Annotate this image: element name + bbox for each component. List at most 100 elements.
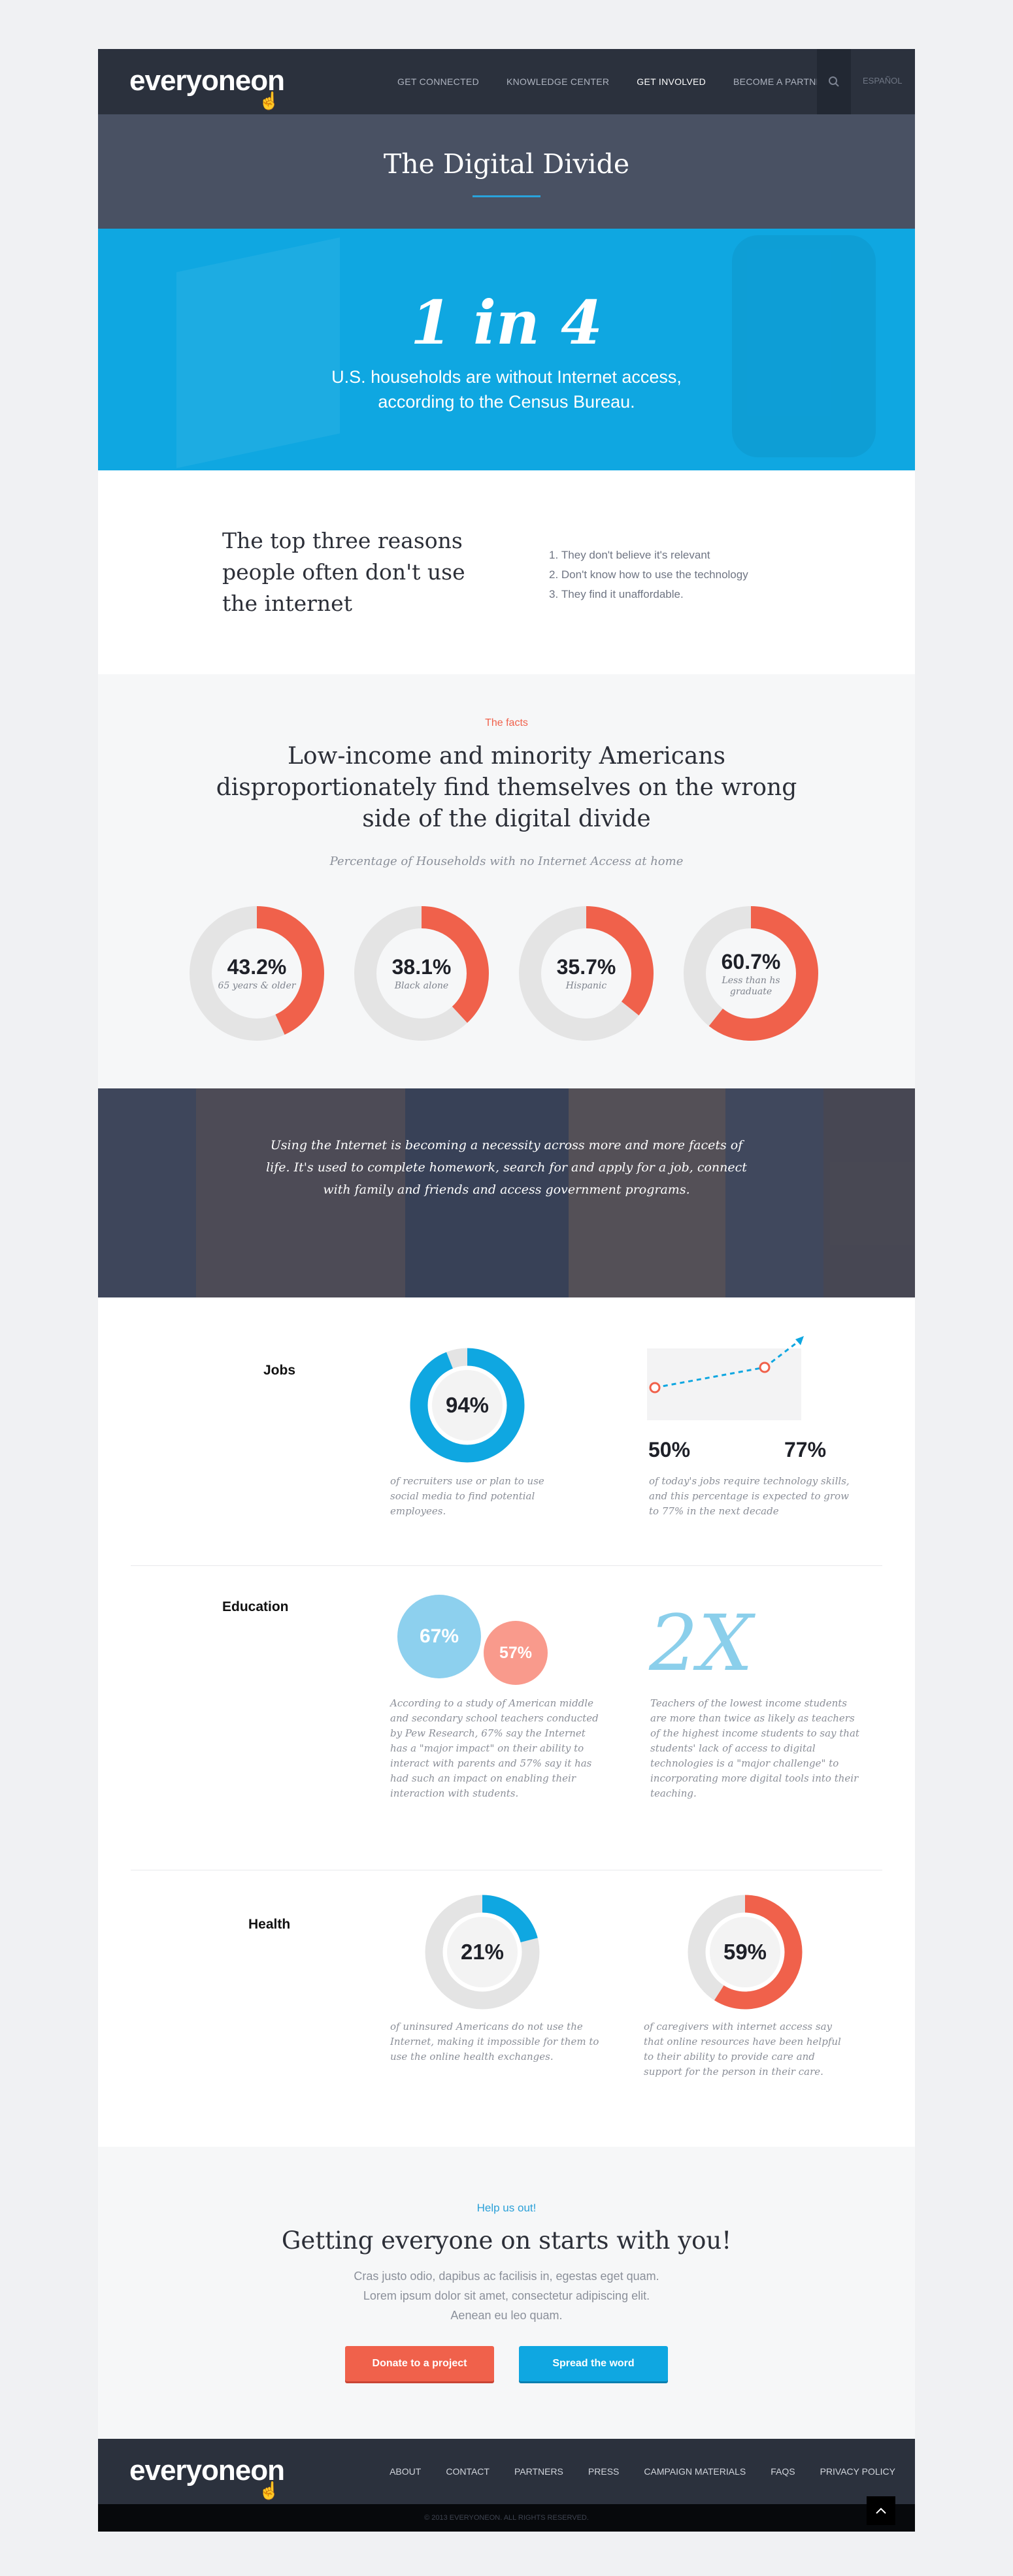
page: everyoneon ☝ GET CONNECTED KNOWLEDGE CEN… (98, 49, 915, 2532)
help-buttons: Donate to a project Spread the word (98, 2346, 915, 2381)
reason-item: They don't believe it's relevant (549, 546, 748, 565)
donate-button[interactable]: Donate to a project (345, 2346, 494, 2381)
footer-link-contact[interactable]: CONTACT (446, 2466, 490, 2477)
spread-the-word-button[interactable]: Spread the word (519, 2346, 668, 2381)
ring-value: 94% (445, 1393, 490, 1417)
donut-label-group: 35.7% Hispanic (519, 906, 654, 1041)
health-heading: Health (248, 1917, 291, 1932)
donut-value: 60.7% (721, 949, 781, 973)
footer-link-about[interactable]: ABOUT (390, 2466, 421, 2477)
arrow-icon (795, 1336, 804, 1345)
help-section: Help us out! Getting everyone on starts … (98, 2147, 915, 2439)
donut-label: Black alone (394, 981, 449, 991)
ring-value: 21% (460, 1940, 505, 1964)
help-line-2: Lorem ipsum dolor sit amet, consectetur … (363, 2289, 650, 2302)
education-bubble-57: 57% (484, 1621, 548, 1685)
donut-label: Less than hs graduate (722, 975, 780, 997)
section-divider (131, 1565, 882, 1566)
jobs-ring-note: of recruiters use or plan to use social … (390, 1475, 544, 1517)
jobs-to-value: 77% (784, 1438, 827, 1461)
donut-label-group: 60.7% Less than hs graduate (684, 906, 818, 1041)
title-bar: The Digital Divide (98, 114, 915, 229)
footer-link-partners[interactable]: PARTNERS (514, 2466, 563, 2477)
donut-label-group: 38.1% Black alone (354, 906, 489, 1041)
reasons-list: They don't believe it's relevant Don't k… (549, 546, 748, 604)
education-multiplier-note: Teachers of the lowest income students a… (650, 1697, 859, 1799)
facts-heading: Low-income and minority Americans dispro… (216, 743, 797, 832)
hero-text-line-1: U.S. households are without Internet acc… (331, 367, 682, 387)
help-text: Cras justo odio, dapibus ac facilisis in… (98, 2266, 915, 2325)
page-title: The Digital Divide (383, 148, 630, 180)
hero-text: U.S. households are without Internet acc… (98, 365, 915, 414)
nav-menu: GET CONNECTED KNOWLEDGE CENTER GET INVOL… (397, 49, 857, 114)
facts-eyebrow: The facts (485, 717, 528, 728)
title-underline (473, 195, 540, 197)
logo[interactable]: everyoneon ☝ (129, 65, 285, 110)
jobs-ring: 94% (408, 1346, 526, 1467)
donut-black: 38.1% Black alone (354, 906, 489, 1041)
footer-link-campaign-materials[interactable]: CAMPAIGN MATERIALS (644, 2466, 746, 2477)
top-nav: everyoneon ☝ GET CONNECTED KNOWLEDGE CEN… (98, 49, 915, 114)
help-eyebrow: Help us out! (476, 2202, 537, 2214)
copyright-text: © 2013 EVERYONEON. ALL RIGHTS RESERVED. (424, 2514, 589, 2522)
hero-text-line-2: according to the Census Bureau. (378, 392, 635, 412)
strip-text: Using the Internet is becoming a necessi… (266, 1138, 747, 1197)
donut-education: 60.7% Less than hs graduate (684, 906, 818, 1041)
health-ring-59: 59% (686, 1893, 804, 2014)
footer-nav: ABOUT CONTACT PARTNERS PRESS CAMPAIGN MA… (365, 2439, 895, 2504)
photo-strip: Using the Internet is becoming a necessi… (98, 1088, 915, 1297)
impact-section: Jobs 94% of recruiters use or plan to us… (98, 1297, 915, 2147)
footer-link-privacy-policy[interactable]: PRIVACY POLICY (820, 2466, 895, 2477)
copyright-bar: © 2013 EVERYONEON. ALL RIGHTS RESERVED. (98, 2496, 915, 2532)
footer-link-faqs[interactable]: FAQS (771, 2466, 795, 2477)
hero-stat: 1 in 4 (410, 287, 603, 358)
ring-value: 59% (723, 1940, 767, 1964)
facts-donuts: 43.2% 65 years & older 38.1% Black alone (190, 906, 848, 1041)
trend-line-extension (764, 1340, 799, 1369)
trend-point-end (759, 1361, 771, 1373)
chevron-up-icon (876, 2507, 886, 2514)
language-link[interactable]: ESPAÑOL (863, 76, 902, 86)
help-heading: Getting everyone on starts with you! (281, 2226, 732, 2255)
reason-item: They find it unaffordable. (549, 585, 748, 604)
nav-item-knowledge-center[interactable]: KNOWLEDGE CENTER (506, 76, 609, 87)
facts-section: The facts Low-income and minority Americ… (98, 674, 915, 1088)
donut-seniors: 43.2% 65 years & older (190, 906, 324, 1041)
hero-banner: 1 in 4 U.S. households are without Inter… (98, 229, 915, 470)
help-line-3: Aenean eu leo quam. (450, 2309, 563, 2322)
donut-label: Hispanic (565, 981, 607, 991)
donut-value: 43.2% (227, 955, 287, 979)
help-line-1: Cras justo odio, dapibus ac facilisis in… (354, 2270, 659, 2283)
back-to-top-button[interactable] (867, 2496, 895, 2525)
nav-item-become-a-partner[interactable]: BECOME A PARTNER (733, 76, 829, 87)
health-ring-21-note: of uninsured Americans do not use the In… (390, 2021, 599, 2062)
jobs-from-value: 50% (648, 1438, 691, 1461)
health-ring-59-note: of caregivers with internet access say t… (644, 2021, 841, 2078)
health-ring-21: 21% (423, 1893, 541, 2014)
education-bubble-note: According to a study of American middle … (390, 1697, 599, 1799)
footer-link-press[interactable]: PRESS (588, 2466, 619, 2477)
reason-item: Don't know how to use the technology (549, 565, 748, 585)
trend-line (654, 1366, 765, 1389)
nav-item-get-involved[interactable]: GET INVOLVED (637, 76, 706, 87)
donut-value: 38.1% (391, 955, 452, 979)
donut-value: 35.7% (556, 955, 616, 979)
search-icon (829, 76, 839, 87)
footer: everyoneon ☝ ABOUT CONTACT PARTNERS PRES… (98, 2439, 915, 2504)
reasons-section: The top three reasons people often don't… (98, 470, 915, 674)
footer-logo[interactable]: everyoneon ☝ (129, 2454, 285, 2500)
donut-label-group: 43.2% 65 years & older (190, 906, 324, 1041)
facts-caption: Percentage of Households with no Interne… (329, 855, 684, 868)
donut-label: 65 years & older (218, 981, 296, 991)
education-multiplier: 2X (649, 1598, 754, 1688)
trend-chart (649, 1336, 804, 1394)
education-bubble-67: 67% (397, 1595, 481, 1678)
jobs-trend-note: of today's jobs require technology skill… (649, 1475, 850, 1517)
donut-hispanic: 35.7% Hispanic (519, 906, 654, 1041)
search-button[interactable] (817, 49, 851, 114)
hand-pointer-icon: ☝ (258, 91, 280, 110)
reasons-heading: The top three reasons people often don't… (222, 528, 465, 616)
jobs-heading: Jobs (263, 1363, 296, 1378)
hand-pointer-icon: ☝ (258, 2481, 280, 2500)
nav-item-get-connected[interactable]: GET CONNECTED (397, 76, 479, 87)
